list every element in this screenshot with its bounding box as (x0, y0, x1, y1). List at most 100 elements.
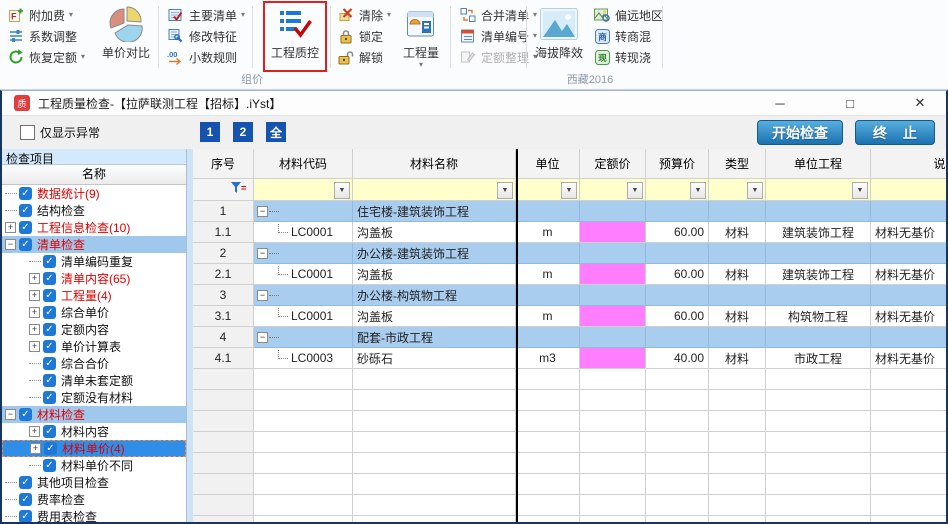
cell-no[interactable]: 2 (193, 243, 254, 264)
table-row[interactable]: 2.1LC0001沟盖板m60.00材料建筑装饰工程材料无基价 (193, 264, 946, 285)
collapse-icon[interactable]: − (257, 206, 268, 217)
quota-arrange-button[interactable]: 定额整理▾ (456, 47, 540, 67)
cell-empty[interactable] (871, 327, 946, 348)
cell-empty[interactable] (516, 327, 580, 348)
cell-group-title[interactable]: 办公楼-建筑装饰工程 (353, 243, 516, 264)
cell-empty[interactable] (254, 411, 353, 432)
cell-empty[interactable] (516, 432, 580, 453)
cell-empty[interactable] (646, 369, 709, 390)
checked-checkbox-icon[interactable]: ✓ (43, 272, 56, 285)
cell-empty[interactable] (353, 516, 516, 522)
cell-empty[interactable] (580, 474, 646, 495)
expand-icon[interactable]: + (29, 341, 40, 352)
filter-funnel-icon[interactable]: = (230, 181, 248, 198)
filter-funnel-cell[interactable]: = (193, 179, 254, 201)
cell-empty[interactable] (193, 369, 254, 390)
cell-note[interactable]: 材料无基价 (871, 264, 946, 285)
cell-empty[interactable] (709, 369, 766, 390)
cell-group-title[interactable]: 住宅楼-建筑装饰工程 (353, 201, 516, 222)
cell-empty[interactable] (193, 474, 254, 495)
cell-empty[interactable] (709, 495, 766, 516)
cell-empty[interactable] (871, 390, 946, 411)
cell-empty[interactable] (580, 453, 646, 474)
column-header[interactable]: 预算价 (646, 149, 709, 179)
cell-empty[interactable] (646, 201, 709, 222)
coefficient-adjust-button[interactable]: 系数调整 (4, 26, 88, 46)
tree-item[interactable]: ✓定额没有材料 (2, 389, 186, 406)
cell-empty[interactable] (254, 369, 353, 390)
filter-cell[interactable]: ▼ (516, 179, 580, 201)
cell-empty[interactable] (353, 453, 516, 474)
collapse-icon[interactable]: − (257, 332, 268, 343)
cell-empty[interactable] (254, 474, 353, 495)
checked-checkbox-icon[interactable]: ✓ (43, 374, 56, 387)
cell-quota-price[interactable] (580, 264, 646, 285)
cell-empty[interactable] (646, 411, 709, 432)
cell-no[interactable]: 3 (193, 285, 254, 306)
cell-empty[interactable] (516, 390, 580, 411)
checked-checkbox-icon[interactable]: ✓ (43, 425, 56, 438)
cell-empty[interactable] (709, 285, 766, 306)
checked-checkbox-icon[interactable]: ✓ (43, 306, 56, 319)
cell-no[interactable]: 4.1 (193, 348, 254, 369)
decimal-rule-button[interactable]: .00小数规则 (164, 47, 248, 67)
table-empty-row[interactable] (193, 369, 946, 390)
cell-empty[interactable] (193, 411, 254, 432)
column-header[interactable]: 定额价 (580, 149, 646, 179)
filter-cell[interactable]: ▼ (254, 179, 353, 201)
cell-empty[interactable] (193, 453, 254, 474)
cell-empty[interactable] (709, 390, 766, 411)
checked-checkbox-icon[interactable]: ✓ (43, 255, 56, 268)
cell-budget-price[interactable]: 40.00 (646, 348, 709, 369)
cell-empty[interactable] (646, 453, 709, 474)
cell-code[interactable]: LC0001 (254, 264, 353, 285)
table-group-row[interactable]: 2−办公楼-建筑装饰工程 (193, 243, 946, 264)
expand-icon[interactable]: + (29, 307, 40, 318)
filter-cell[interactable]: ▼ (709, 179, 766, 201)
column-header[interactable]: 序号 (193, 149, 254, 179)
cell-quota-price[interactable] (580, 348, 646, 369)
checked-checkbox-icon[interactable]: ✓ (43, 323, 56, 336)
checked-checkbox-icon[interactable]: ✓ (19, 238, 32, 251)
checked-checkbox-icon[interactable]: ✓ (19, 510, 32, 522)
start-check-button[interactable]: 开始检查 (757, 120, 843, 145)
filter-dropdown-icon[interactable]: ▼ (561, 182, 577, 199)
cell-empty[interactable] (353, 432, 516, 453)
expand-icon[interactable]: + (29, 324, 40, 335)
filter-cell[interactable]: ▼ (646, 179, 709, 201)
tree-item[interactable]: +✓材料单价(4) (2, 440, 186, 457)
cell-unit[interactable]: m (516, 222, 580, 243)
cell-unit[interactable]: m (516, 306, 580, 327)
cell-empty[interactable] (646, 390, 709, 411)
cell-no[interactable]: 2.1 (193, 264, 254, 285)
collapse-icon[interactable]: − (5, 409, 16, 420)
frozen-pane-divider[interactable] (516, 149, 518, 522)
quality-control-button[interactable]: 工程质控 (265, 5, 325, 69)
cell-empty[interactable] (766, 369, 871, 390)
cell-empty[interactable] (193, 516, 254, 522)
cell-empty[interactable] (580, 495, 646, 516)
filter-dropdown-icon[interactable]: ▼ (627, 182, 643, 199)
cell-note[interactable]: 材料无基价 (871, 348, 946, 369)
checked-checkbox-icon[interactable]: ✓ (19, 408, 32, 421)
column-header[interactable]: 单位工程 (766, 149, 871, 179)
expand-icon[interactable]: + (5, 222, 16, 233)
cell-empty[interactable] (254, 516, 353, 522)
cell-empty[interactable] (871, 285, 946, 306)
unlock-button[interactable]: 解锁 (334, 47, 394, 67)
cell-empty[interactable] (516, 474, 580, 495)
cell-empty[interactable] (709, 432, 766, 453)
cell-unit[interactable]: m3 (516, 348, 580, 369)
cell-empty[interactable] (709, 411, 766, 432)
stop-button[interactable]: 终 止 (855, 120, 935, 145)
cell-material-name[interactable]: 砂砾石 (353, 348, 516, 369)
cell-empty[interactable] (516, 495, 580, 516)
cell-empty[interactable] (254, 495, 353, 516)
tree-item[interactable]: ✓综合合价 (2, 355, 186, 372)
lock-button[interactable]: 锁定 (334, 26, 394, 46)
column-header[interactable]: 单位 (516, 149, 580, 179)
cell-category[interactable]: 材料 (709, 306, 766, 327)
cell-empty[interactable] (353, 474, 516, 495)
cell-code[interactable]: LC0003 (254, 348, 353, 369)
cell-code[interactable]: − (254, 327, 353, 348)
